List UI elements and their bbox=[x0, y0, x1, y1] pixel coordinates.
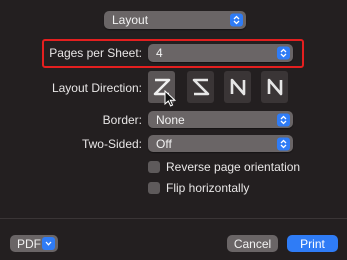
flip-horizontally-row[interactable]: Flip horizontally bbox=[148, 181, 249, 195]
reverse-orientation-checkbox[interactable] bbox=[148, 161, 160, 173]
popup-stepper-icon bbox=[277, 137, 290, 150]
pdf-label: PDF bbox=[17, 236, 41, 251]
popup-stepper-icon bbox=[230, 13, 243, 27]
mouse-cursor-icon bbox=[164, 90, 176, 107]
layout-direction-reverse-n-button[interactable] bbox=[261, 71, 288, 103]
pdf-menu-button[interactable]: PDF bbox=[10, 235, 58, 252]
flip-horizontally-label: Flip horizontally bbox=[166, 181, 250, 195]
flip-horizontally-checkbox[interactable] bbox=[148, 182, 160, 194]
reverse-z-pattern-icon bbox=[192, 78, 209, 96]
reverse-n-pattern-icon bbox=[267, 78, 282, 96]
layout-section-popup[interactable]: Layout bbox=[104, 11, 246, 29]
layout-direction-n-button[interactable] bbox=[224, 71, 251, 103]
popup-stepper-icon bbox=[277, 113, 290, 126]
border-value: None bbox=[156, 112, 185, 127]
chevron-down-icon bbox=[42, 237, 55, 250]
two-sided-value: Off bbox=[156, 136, 172, 151]
cancel-button[interactable]: Cancel bbox=[227, 235, 278, 252]
pages-per-sheet-select[interactable]: 4 bbox=[148, 44, 293, 62]
reverse-orientation-label: Reverse page orientation bbox=[166, 160, 301, 174]
two-sided-label: Two-Sided: bbox=[81, 137, 142, 151]
border-select[interactable]: None bbox=[148, 111, 293, 128]
layout-section-label: Layout bbox=[112, 13, 149, 27]
layout-direction-label: Layout Direction: bbox=[51, 81, 142, 95]
border-label: Border: bbox=[102, 113, 142, 127]
popup-stepper-icon bbox=[277, 46, 290, 60]
pages-per-sheet-value: 4 bbox=[156, 46, 163, 60]
reverse-orientation-row[interactable]: Reverse page orientation bbox=[148, 160, 300, 174]
two-sided-select[interactable]: Off bbox=[148, 135, 293, 152]
n-pattern-icon bbox=[230, 78, 245, 96]
layout-direction-reverse-z-button[interactable] bbox=[187, 71, 214, 103]
footer-divider bbox=[0, 218, 347, 219]
pages-per-sheet-label: Pages per Sheet: bbox=[49, 46, 142, 60]
print-button[interactable]: Print bbox=[287, 235, 338, 252]
